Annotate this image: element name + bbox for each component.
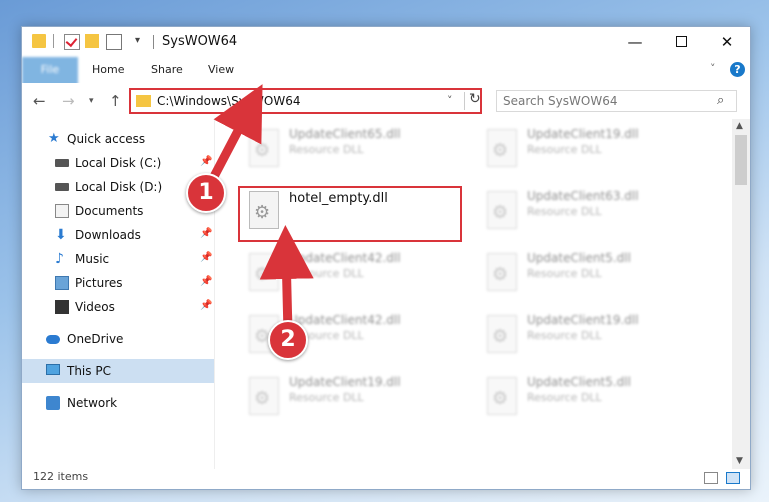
annotation-arrows [203, 84, 314, 338]
step-badge-2: 2 [268, 320, 308, 360]
step-badge-1: 1 [186, 173, 226, 213]
